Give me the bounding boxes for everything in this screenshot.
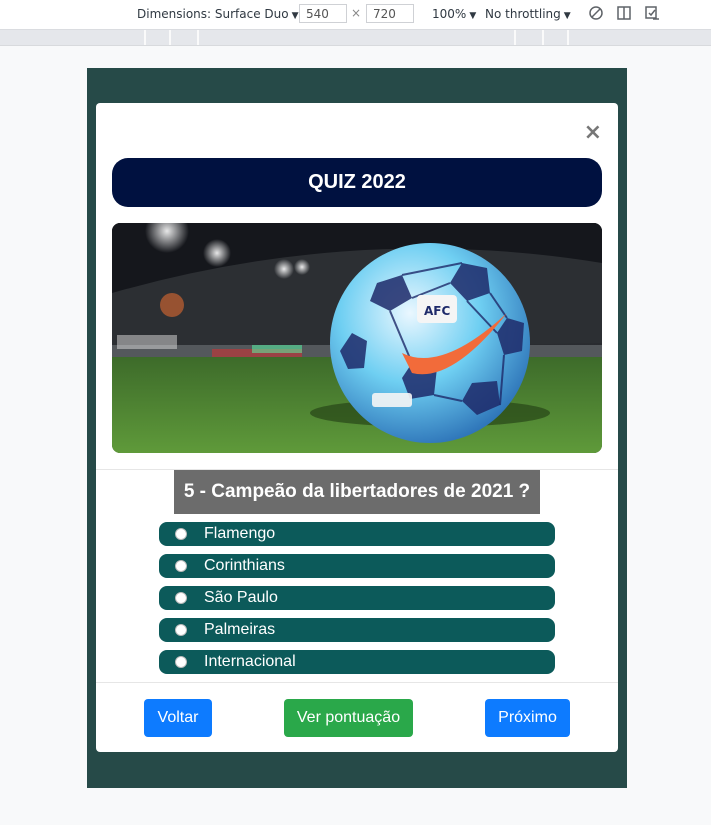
rotate-icon[interactable] xyxy=(588,5,604,21)
radio-button[interactable] xyxy=(175,560,187,572)
back-button[interactable]: Voltar xyxy=(144,699,212,737)
view-score-button[interactable]: Ver pontuação xyxy=(284,699,413,737)
ruler-tick xyxy=(144,30,146,45)
close-button[interactable]: × xyxy=(584,121,602,145)
answer-option-flamengo[interactable]: Flamengo xyxy=(159,522,555,546)
option-label: Flamengo xyxy=(204,525,276,542)
ruler-tick xyxy=(567,30,569,45)
ruler-tick xyxy=(514,30,516,45)
answer-option-internacional[interactable]: Internacional xyxy=(159,650,555,674)
chevron-down-icon: ▼ xyxy=(291,11,299,21)
ruler-tick xyxy=(197,30,199,45)
football-image: AFC xyxy=(112,223,602,453)
answer-option-sao-paulo[interactable]: São Paulo xyxy=(159,586,555,610)
zoom-label: 100% xyxy=(432,7,467,21)
quiz-title: QUIZ 2022 xyxy=(112,158,602,207)
emulated-viewport: × QUIZ 2022 AFC 5 - Campeão da libertado… xyxy=(87,68,627,788)
question-text: 5 - Campeão da libertadores de 2021 ? xyxy=(174,470,540,514)
dual-screen-icon[interactable] xyxy=(616,5,632,21)
media-query-ruler xyxy=(0,30,711,46)
radio-button[interactable] xyxy=(175,624,187,636)
chevron-down-icon: ▼ xyxy=(563,11,571,21)
dimension-separator: × xyxy=(351,6,362,20)
next-button[interactable]: Próximo xyxy=(485,699,570,737)
width-input[interactable]: 540 xyxy=(299,4,347,23)
chevron-down-icon: ▼ xyxy=(469,11,477,21)
dimensions-label: Dimensions: Surface Duo xyxy=(137,7,289,21)
ruler-tick xyxy=(169,30,171,45)
quiz-modal: × QUIZ 2022 AFC 5 - Campeão da libertado… xyxy=(96,103,618,752)
dimensions-dropdown[interactable]: Dimensions: Surface Duo ▼ xyxy=(137,7,299,21)
footer-divider xyxy=(96,682,618,683)
throttling-dropdown[interactable]: No throttling ▼ xyxy=(485,7,571,21)
option-label: São Paulo xyxy=(204,589,278,606)
devtools-toolbar: Dimensions: Surface Duo ▼ 540 × 720 100% ▼… xyxy=(0,0,711,30)
radio-button[interactable] xyxy=(175,592,187,604)
sensor-icon[interactable] xyxy=(644,5,660,21)
zoom-dropdown[interactable]: 100% ▼ xyxy=(432,7,476,21)
answer-options: Flamengo Corinthians São Paulo Palmeiras… xyxy=(159,522,555,682)
answer-option-palmeiras[interactable]: Palmeiras xyxy=(159,618,555,642)
radio-button[interactable] xyxy=(175,656,187,668)
option-label: Palmeiras xyxy=(204,621,276,638)
football-image-illustration: AFC xyxy=(112,223,602,453)
ruler-tick xyxy=(542,30,544,45)
option-label: Corinthians xyxy=(204,557,285,574)
throttling-label: No throttling xyxy=(485,7,561,21)
option-label: Internacional xyxy=(204,653,296,670)
height-input[interactable]: 720 xyxy=(366,4,414,23)
radio-button[interactable] xyxy=(175,528,187,540)
answer-option-corinthians[interactable]: Corinthians xyxy=(159,554,555,578)
svg-text:AFC: AFC xyxy=(424,304,450,318)
